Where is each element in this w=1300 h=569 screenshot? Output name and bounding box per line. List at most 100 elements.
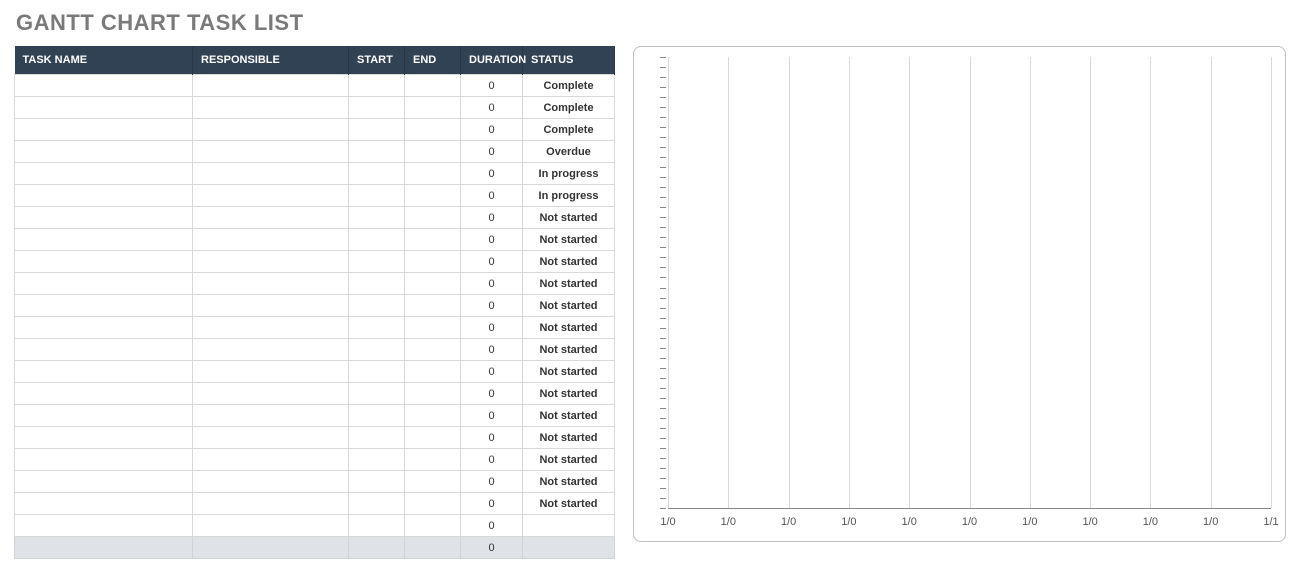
table-row[interactable]: 0In progress bbox=[15, 185, 615, 207]
cell-start[interactable] bbox=[349, 427, 405, 449]
cell-start[interactable] bbox=[349, 405, 405, 427]
cell-end[interactable] bbox=[405, 361, 461, 383]
cell-responsible[interactable] bbox=[193, 119, 349, 141]
cell-responsible[interactable] bbox=[193, 339, 349, 361]
cell-end[interactable] bbox=[405, 317, 461, 339]
cell-duration[interactable]: 0 bbox=[461, 515, 523, 537]
cell-end[interactable] bbox=[405, 229, 461, 251]
cell-start[interactable] bbox=[349, 295, 405, 317]
cell-duration[interactable]: 0 bbox=[461, 119, 523, 141]
table-row[interactable]: 0Not started bbox=[15, 449, 615, 471]
table-row[interactable]: 0Not started bbox=[15, 251, 615, 273]
table-row[interactable]: 0Not started bbox=[15, 471, 615, 493]
cell-duration[interactable]: 0 bbox=[461, 141, 523, 163]
table-row[interactable]: 0Not started bbox=[15, 273, 615, 295]
cell-task[interactable] bbox=[15, 515, 193, 537]
table-row[interactable]: 0Not started bbox=[15, 383, 615, 405]
cell-duration[interactable]: 0 bbox=[461, 295, 523, 317]
table-row[interactable]: 0Not started bbox=[15, 405, 615, 427]
table-row[interactable]: 0 bbox=[15, 515, 615, 537]
cell-task[interactable] bbox=[15, 383, 193, 405]
cell-end[interactable] bbox=[405, 405, 461, 427]
cell-start[interactable] bbox=[349, 251, 405, 273]
cell-start[interactable] bbox=[349, 229, 405, 251]
cell-task[interactable] bbox=[15, 229, 193, 251]
cell-duration[interactable]: 0 bbox=[461, 75, 523, 97]
cell-duration[interactable]: 0 bbox=[461, 361, 523, 383]
table-row[interactable]: 0In progress bbox=[15, 163, 615, 185]
cell-duration[interactable]: 0 bbox=[461, 251, 523, 273]
cell-start[interactable] bbox=[349, 273, 405, 295]
cell-task[interactable] bbox=[15, 317, 193, 339]
cell-end[interactable] bbox=[405, 295, 461, 317]
cell-duration[interactable]: 0 bbox=[461, 97, 523, 119]
cell-end[interactable] bbox=[405, 119, 461, 141]
cell-duration[interactable]: 0 bbox=[461, 405, 523, 427]
table-row[interactable]: 0Complete bbox=[15, 119, 615, 141]
cell-responsible[interactable] bbox=[193, 383, 349, 405]
cell-duration[interactable]: 0 bbox=[461, 163, 523, 185]
cell-duration[interactable]: 0 bbox=[461, 493, 523, 515]
cell-task[interactable] bbox=[15, 273, 193, 295]
cell-end[interactable] bbox=[405, 141, 461, 163]
table-row[interactable]: 0Complete bbox=[15, 97, 615, 119]
cell-duration[interactable]: 0 bbox=[461, 427, 523, 449]
cell-task[interactable] bbox=[15, 449, 193, 471]
cell-responsible[interactable] bbox=[193, 75, 349, 97]
cell-end[interactable] bbox=[405, 273, 461, 295]
cell-start[interactable] bbox=[349, 471, 405, 493]
cell-duration[interactable]: 0 bbox=[461, 229, 523, 251]
cell-start[interactable] bbox=[349, 493, 405, 515]
cell-end[interactable] bbox=[405, 163, 461, 185]
cell-task[interactable] bbox=[15, 185, 193, 207]
cell-end[interactable] bbox=[405, 493, 461, 515]
cell-start[interactable] bbox=[349, 119, 405, 141]
cell-start[interactable] bbox=[349, 141, 405, 163]
cell-responsible[interactable] bbox=[193, 317, 349, 339]
table-row[interactable]: 0Overdue bbox=[15, 141, 615, 163]
cell-end[interactable] bbox=[405, 251, 461, 273]
cell-responsible[interactable] bbox=[193, 273, 349, 295]
cell-task[interactable] bbox=[15, 471, 193, 493]
cell-task[interactable] bbox=[15, 361, 193, 383]
cell-start[interactable] bbox=[349, 383, 405, 405]
cell-end[interactable] bbox=[405, 97, 461, 119]
cell-start[interactable] bbox=[349, 163, 405, 185]
cell-start[interactable] bbox=[349, 317, 405, 339]
cell-task[interactable] bbox=[15, 97, 193, 119]
cell-end[interactable] bbox=[405, 471, 461, 493]
cell-responsible[interactable] bbox=[193, 449, 349, 471]
cell-start[interactable] bbox=[349, 75, 405, 97]
cell-task[interactable] bbox=[15, 493, 193, 515]
cell-task[interactable] bbox=[15, 251, 193, 273]
cell-task[interactable] bbox=[15, 75, 193, 97]
cell-responsible[interactable] bbox=[193, 185, 349, 207]
cell-responsible[interactable] bbox=[193, 405, 349, 427]
cell-duration[interactable]: 0 bbox=[461, 185, 523, 207]
cell-responsible[interactable] bbox=[193, 493, 349, 515]
cell-responsible[interactable] bbox=[193, 251, 349, 273]
cell-end[interactable] bbox=[405, 207, 461, 229]
cell-responsible[interactable] bbox=[193, 207, 349, 229]
table-row[interactable]: 0Not started bbox=[15, 207, 615, 229]
cell-end[interactable] bbox=[405, 449, 461, 471]
cell-task[interactable] bbox=[15, 339, 193, 361]
table-row[interactable]: 0Complete bbox=[15, 75, 615, 97]
cell-duration[interactable]: 0 bbox=[461, 471, 523, 493]
cell-start[interactable] bbox=[349, 185, 405, 207]
cell-end[interactable] bbox=[405, 75, 461, 97]
cell-task[interactable] bbox=[15, 427, 193, 449]
cell-duration[interactable]: 0 bbox=[461, 273, 523, 295]
table-row[interactable]: 0Not started bbox=[15, 493, 615, 515]
cell-end[interactable] bbox=[405, 185, 461, 207]
cell-responsible[interactable] bbox=[193, 97, 349, 119]
cell-start[interactable] bbox=[349, 361, 405, 383]
cell-task[interactable] bbox=[15, 295, 193, 317]
cell-duration[interactable]: 0 bbox=[461, 339, 523, 361]
cell-end[interactable] bbox=[405, 427, 461, 449]
cell-duration[interactable]: 0 bbox=[461, 207, 523, 229]
cell-responsible[interactable] bbox=[193, 141, 349, 163]
cell-responsible[interactable] bbox=[193, 515, 349, 537]
cell-task[interactable] bbox=[15, 141, 193, 163]
cell-task[interactable] bbox=[15, 163, 193, 185]
